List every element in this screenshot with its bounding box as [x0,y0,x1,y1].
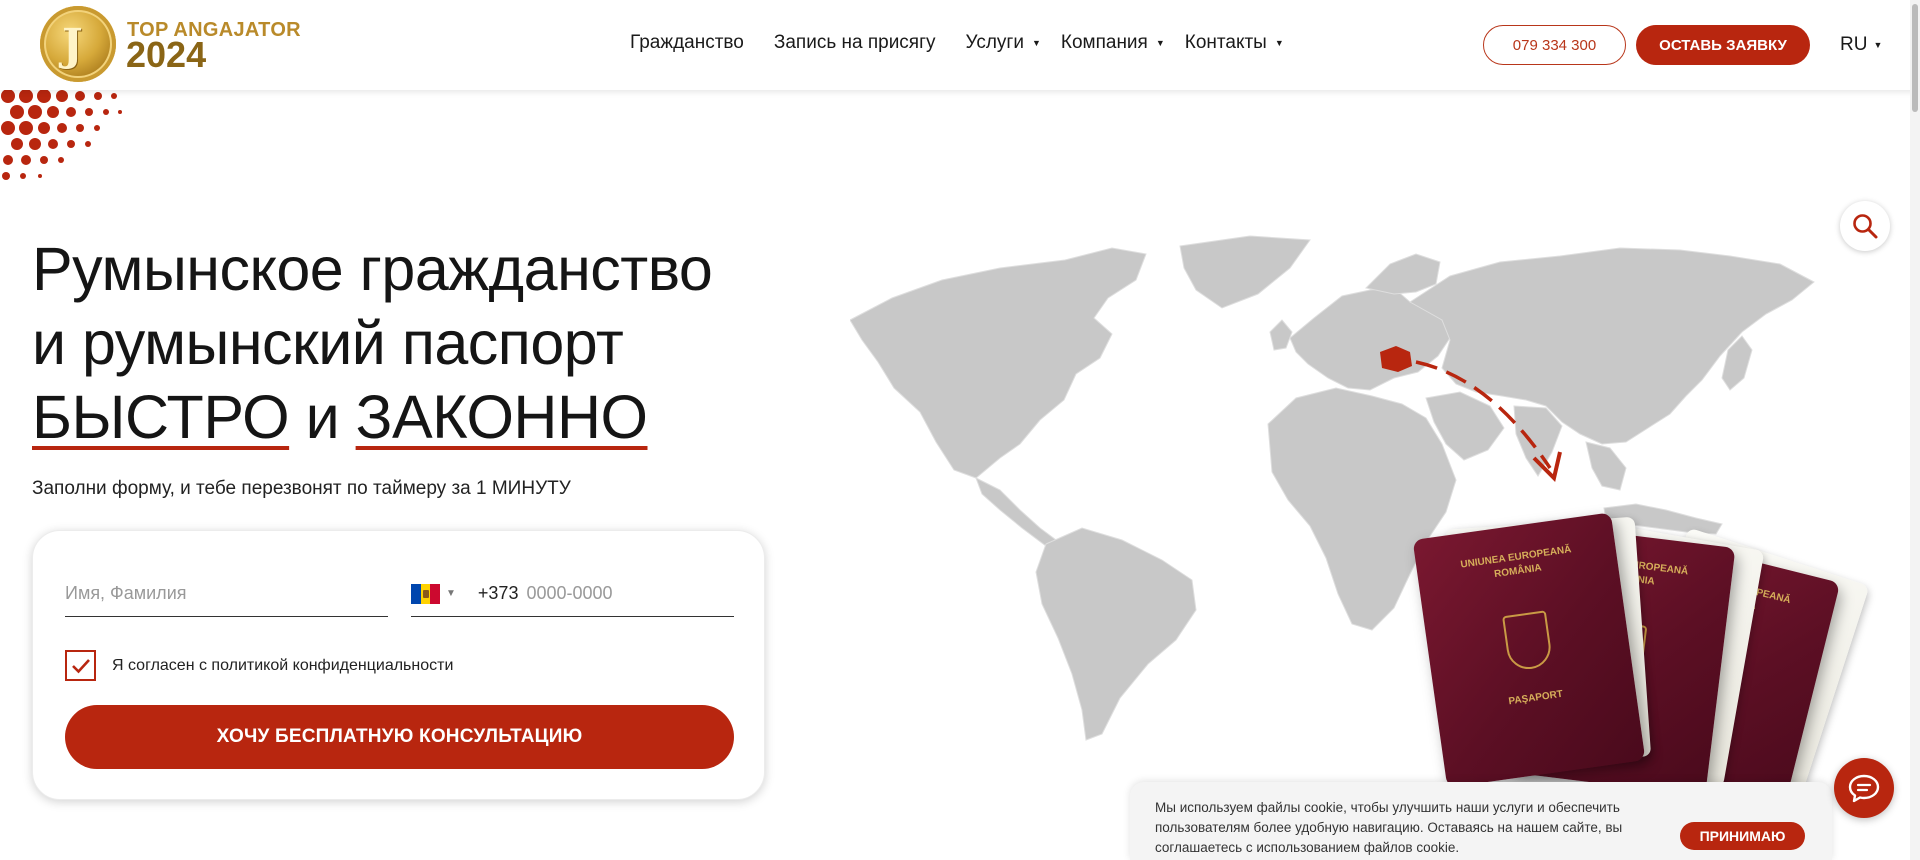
name-field [65,571,388,617]
cookie-text: Мы используем файлы cookie, чтобы улучши… [1155,800,1623,855]
cookie-banner: Мы используем файлы cookie, чтобы улучши… [1130,782,1832,860]
chevron-down-icon[interactable]: ▼ [446,588,456,599]
chevron-down-icon: ▼ [1274,38,1284,48]
chat-icon [1848,774,1880,803]
hero-word-and: и [305,383,340,451]
language-label: RU [1840,34,1868,55]
decorative-dots [1,90,122,180]
nav-label: Запись на присягу [773,32,936,53]
scrollbar-thumb[interactable] [1912,4,1918,112]
free-consultation-button[interactable]: ХОЧУ БЕСПЛАТНУЮ КОНСУЛЬТАЦИЮ [65,705,734,769]
passport-front: UNIUNEA EUROPEANĂ ROMÂNIA PAŞAPORT [1412,512,1646,788]
chevron-down-icon: ▼ [1031,38,1041,48]
crest-icon [1502,610,1554,672]
name-input[interactable] [65,571,388,616]
nav-oath-booking[interactable]: Запись на присягу [774,32,936,54]
lead-form: ▼ +373 Я согласен с политикой конфиденци… [32,530,765,800]
leave-request-button[interactable]: ОСТАВЬ ЗАЯВКУ [1636,25,1810,65]
nav-label: Компания [1060,32,1148,53]
language-selector[interactable]: RU ▼ [1840,34,1882,56]
nav-label: Контакты [1184,32,1267,53]
hero-word-legal: ЗАКОННО [355,383,648,451]
chevron-down-icon: ▼ [1155,38,1165,48]
dial-code: +373 [477,583,519,603]
search-button[interactable] [1840,201,1890,251]
hero-word-fast: БЫСТРО [32,383,290,451]
chevron-down-icon: ▼ [1873,40,1883,50]
consent-checkbox[interactable] [65,650,96,681]
hero-title-line1: Румынское гражданство [32,235,713,303]
nav-company[interactable]: Компания ▼ [1061,32,1165,54]
consent-label: Я согласен с политикой конфиденциальност… [112,656,454,674]
site-header: J TOP ANGAJATOR 2024 Гражданство Запись … [0,0,1920,90]
nav-citizenship[interactable]: Гражданство [630,32,744,54]
nav-services[interactable]: Услуги ▼ [966,32,1041,54]
logo-glyph: J [62,20,83,71]
chat-button[interactable] [1834,758,1894,818]
privacy-consent: Я согласен с политикой конфиденциальност… [65,650,453,681]
search-icon [1853,214,1878,239]
hero-subtitle: Заполни форму, и тебе перезвонят по тайм… [32,478,571,499]
moldova-flag-icon[interactable] [411,583,441,604]
phone-input[interactable] [526,571,727,616]
page-scrollbar[interactable] [1910,0,1920,860]
hero-title: Румынское гражданство и румынский паспор… [32,232,713,454]
hero-title-line2: и румынский паспорт [32,309,624,377]
phone-field: ▼ +373 [411,571,734,617]
brand-year: 2024 [126,34,207,75]
nav-contacts[interactable]: Контакты ▼ [1185,32,1284,54]
nav-label: Гражданство [630,32,744,53]
phone-button[interactable]: 079 334 300 [1483,25,1626,65]
checkmark-icon [71,658,90,673]
passport-title-label: PAŞAPORT [1507,688,1564,708]
logo-medal[interactable]: J [40,6,116,82]
passports-illustration: UNIUNEA EUROPEANĂ ROMÂNIA UNIUNEA EUROPE… [1412,512,1870,826]
nav-label: Услуги [965,32,1024,53]
main-nav: Гражданство Запись на присягу Услуги ▼ Ко… [630,32,1314,54]
accept-cookies-button[interactable]: ПРИНИМАЮ [1680,822,1805,850]
